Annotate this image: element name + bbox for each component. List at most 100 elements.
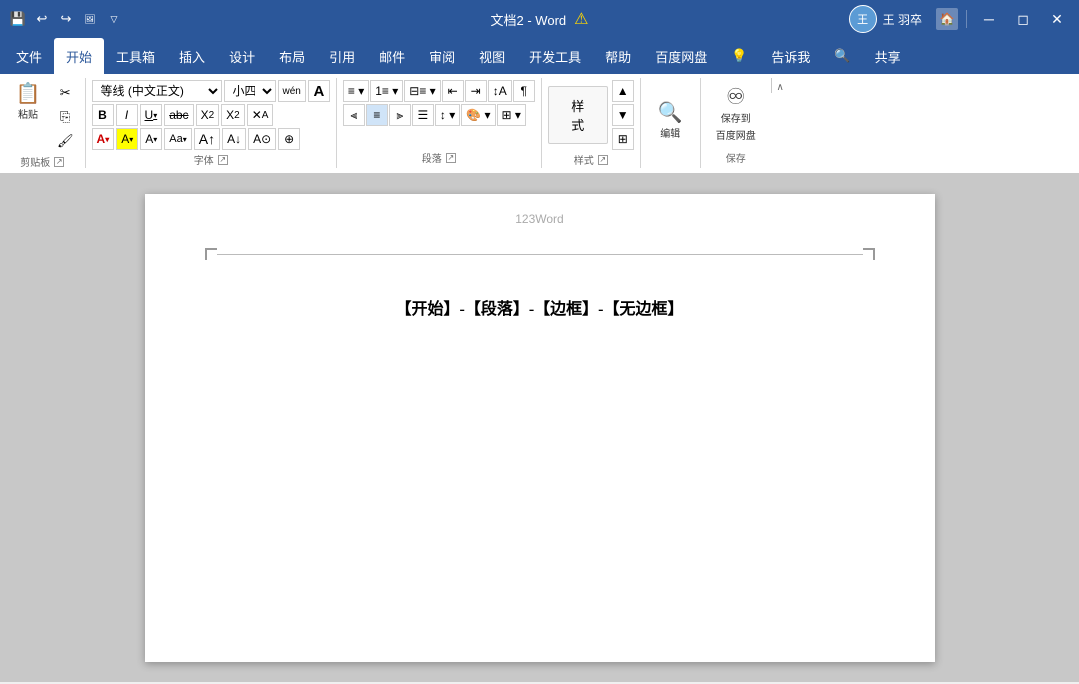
style-up-button[interactable]: ▲: [612, 80, 634, 102]
menu-tell-me-icon[interactable]: 💡: [719, 38, 759, 74]
clear-format-button[interactable]: ✕A: [247, 104, 274, 126]
editing-group: 🔍 编辑: [641, 78, 701, 168]
editing-button[interactable]: 🔍 编辑: [652, 99, 689, 144]
superscript-button[interactable]: X2: [221, 104, 245, 126]
save-qa-icon[interactable]: 💾: [8, 9, 28, 29]
highlight-button[interactable]: A ▾: [116, 128, 138, 150]
baidu-save-icon: ♾: [726, 86, 746, 108]
para-row-2: ⫷ ≡ ⫸ ☰ ↕ ▾ 🎨 ▾ ⊞ ▾: [343, 104, 526, 126]
menu-baidu[interactable]: 百度网盘: [643, 38, 719, 74]
paste-icon: 📋: [16, 84, 41, 104]
grow-font-button[interactable]: A↑: [194, 128, 220, 150]
undo-qa-icon[interactable]: ↩: [32, 9, 52, 29]
document-title: 文档2 - Word: [491, 10, 567, 29]
menu-tell-me[interactable]: 告诉我: [759, 38, 822, 74]
numbering-button[interactable]: 1≡ ▾: [370, 80, 403, 102]
strikethrough-button[interactable]: abc: [164, 104, 193, 126]
align-center-button[interactable]: ≡: [366, 104, 388, 126]
menu-file[interactable]: 文件: [4, 38, 54, 74]
subscript-button[interactable]: X2: [196, 104, 220, 126]
menu-view[interactable]: 视图: [467, 38, 517, 74]
user-avatar[interactable]: 王: [849, 5, 877, 33]
multilevel-list-button[interactable]: ⊟≡ ▾: [404, 80, 440, 102]
format-painter-button[interactable]: 🖌: [52, 130, 79, 152]
menu-home[interactable]: 开始: [54, 38, 104, 74]
font-size-select[interactable]: 小四 五号 四号: [224, 80, 276, 102]
baidu-save-label: 保存: [707, 148, 765, 168]
clipboard-group: 📋 粘贴 ✂ ⎘ 🖌 剪贴板 ↗: [0, 78, 86, 168]
paste-button[interactable]: 📋 粘贴: [6, 80, 50, 125]
shading-para-button[interactable]: 🎨 ▾: [461, 104, 495, 126]
customize-qa-icon[interactable]: 🖼: [80, 9, 100, 29]
menu-help[interactable]: 帮助: [593, 38, 643, 74]
font-family-select[interactable]: 等线 (中文正文): [92, 80, 222, 102]
font-group: 等线 (中文正文) 小四 五号 四号 wén A B I U ▾ abc X2 …: [86, 78, 337, 168]
paragraph-expand-icon[interactable]: ↗: [446, 153, 456, 163]
bullets-button[interactable]: ≡ ▾: [343, 80, 369, 102]
decrease-indent-button[interactable]: ⇤: [442, 80, 464, 102]
menu-layout[interactable]: 布局: [267, 38, 317, 74]
editing-label: [647, 163, 694, 168]
quick-access-toolbar: 💾 ↩ ↪ 🖼 ▽: [8, 9, 124, 29]
dropdown-qa-icon[interactable]: ▽: [104, 9, 124, 29]
wen-button[interactable]: wén: [278, 80, 306, 102]
redo-qa-icon[interactable]: ↪: [56, 9, 76, 29]
underline-button[interactable]: U ▾: [140, 104, 163, 126]
style-normal-box[interactable]: 样式: [548, 86, 608, 144]
bold-button[interactable]: B: [92, 104, 114, 126]
menu-toolbox[interactable]: 工具箱: [104, 38, 167, 74]
ribbon-collapse-button[interactable]: ∧: [771, 78, 789, 93]
document-page[interactable]: 123Word 【开始】-【段落】-【边框】-【无边框】: [145, 194, 935, 662]
paragraph-label: 段落 ↗: [343, 148, 535, 168]
style-group: 样式 ▲ ▼ ⊞ 样式 ↗: [542, 78, 641, 168]
style-more-button[interactable]: ⊞: [612, 128, 634, 150]
change-case-button[interactable]: Aa ▾: [164, 128, 191, 150]
close-button[interactable]: ✕: [1043, 5, 1071, 33]
document-content[interactable]: 【开始】-【段落】-【边框】-【无边框】: [225, 294, 855, 326]
menu-insert[interactable]: 插入: [167, 38, 217, 74]
justify-button[interactable]: ☰: [412, 104, 434, 126]
sort-button[interactable]: ↕A: [488, 80, 512, 102]
editing-icon: 🔍: [658, 103, 683, 123]
style-down-button[interactable]: ▼: [612, 104, 634, 126]
copy-button[interactable]: ⎘: [52, 106, 79, 128]
clipboard-expand-icon[interactable]: ↗: [54, 157, 64, 167]
restore-button[interactable]: ◻: [1009, 5, 1037, 33]
increase-indent-button[interactable]: ⇥: [465, 80, 487, 102]
show-marks-button[interactable]: ¶: [513, 80, 535, 102]
para-row-1: ≡ ▾ 1≡ ▾ ⊟≡ ▾ ⇤ ⇥ ↕A ¶: [343, 80, 535, 102]
menu-references[interactable]: 引用: [317, 38, 367, 74]
shading-button[interactable]: A ▾: [140, 128, 162, 150]
menu-developer[interactable]: 开发工具: [517, 38, 593, 74]
align-right-button[interactable]: ⫸: [389, 104, 411, 126]
font-row-2: B I U ▾ abc X2 X2 ✕A: [92, 104, 274, 126]
menu-mailings[interactable]: 邮件: [367, 38, 417, 74]
clipboard-label: 剪贴板 ↗: [6, 152, 79, 172]
char-shading-button[interactable]: A⊙: [248, 128, 276, 150]
user-initials: 王: [857, 11, 868, 27]
line-spacing-button[interactable]: ↕ ▾: [435, 104, 460, 126]
document-area: 123Word 【开始】-【段落】-【边框】-【无边框】: [0, 174, 1079, 682]
menu-search-icon[interactable]: 🔍: [822, 38, 862, 74]
ribbon-display-icon[interactable]: 🏠: [936, 8, 958, 30]
menu-share[interactable]: 共享: [863, 38, 913, 74]
font-enlarge-button[interactable]: A: [308, 80, 330, 102]
style-expand-icon[interactable]: ↗: [598, 155, 608, 165]
shrink-font-button[interactable]: A↓: [222, 128, 246, 150]
font-expand-icon[interactable]: ↗: [218, 155, 228, 165]
menu-review[interactable]: 审阅: [417, 38, 467, 74]
align-left-button[interactable]: ⫷: [343, 104, 365, 126]
title-bar: 💾 ↩ ↪ 🖼 ▽ 文档2 - Word ⚠ 王 王 羽卒 🏠 ─ ◻ ✕: [0, 0, 1079, 38]
font-color-button[interactable]: A ▾: [92, 128, 115, 150]
italic-button[interactable]: I: [116, 104, 138, 126]
minimize-button[interactable]: ─: [975, 5, 1003, 33]
border-button[interactable]: ⊞ ▾: [497, 104, 526, 126]
border-font-button[interactable]: ⊕: [278, 128, 300, 150]
cut-button[interactable]: ✂: [52, 82, 79, 104]
page-header-text: 123Word: [145, 212, 935, 226]
clipboard-group-content: 📋 粘贴 ✂ ⎘ 🖌: [6, 80, 79, 152]
menu-design[interactable]: 设计: [217, 38, 267, 74]
baidu-save-button[interactable]: ♾ 保存到 百度网盘: [710, 82, 762, 146]
font-row-1: 等线 (中文正文) 小四 五号 四号 wén A: [92, 80, 330, 102]
baidu-save-group: ♾ 保存到 百度网盘 保存: [701, 78, 771, 168]
